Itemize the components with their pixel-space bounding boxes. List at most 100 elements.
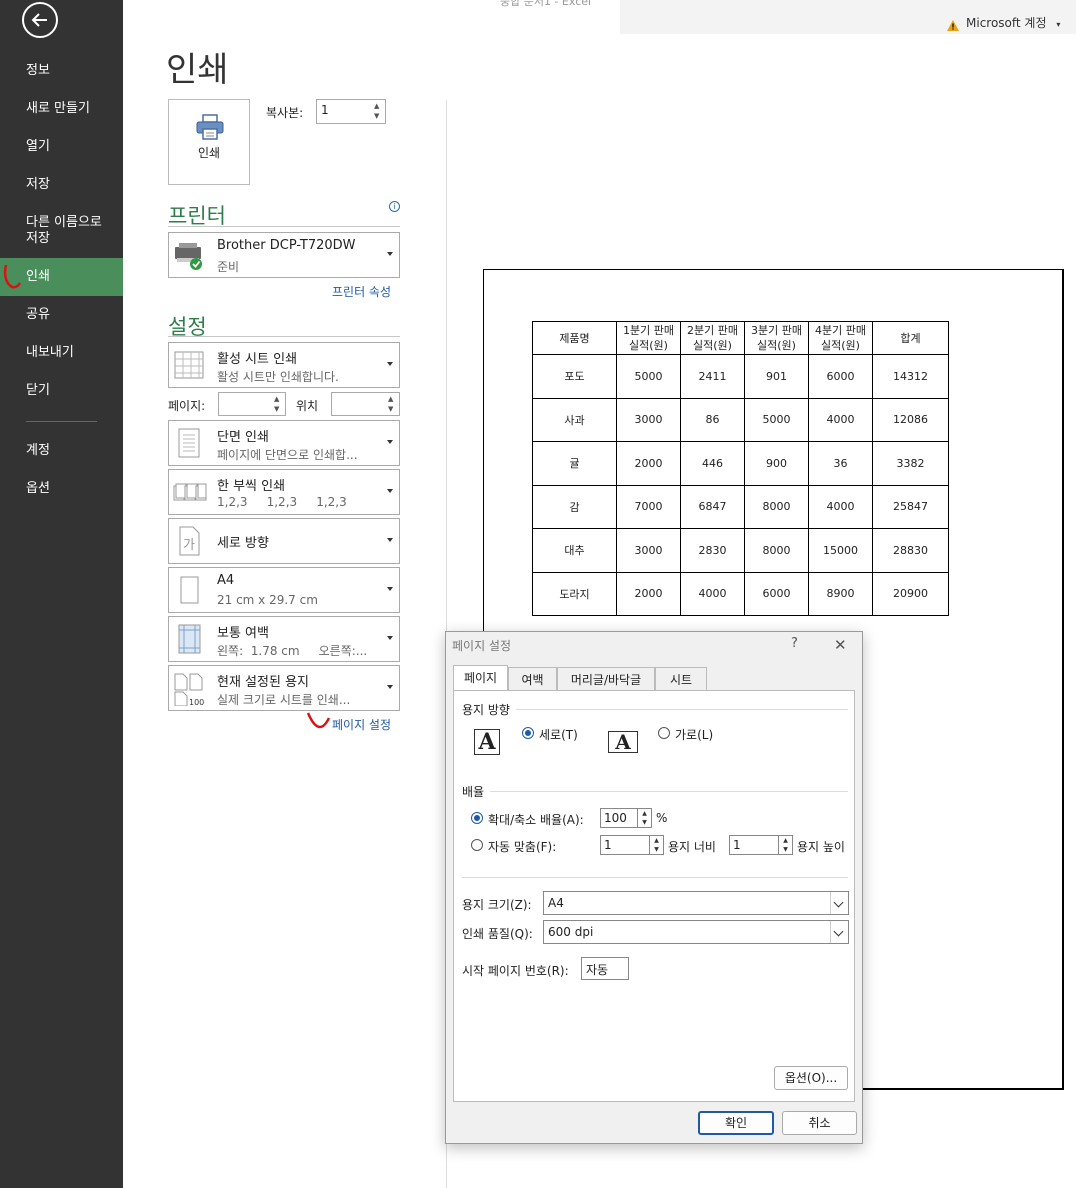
spin-down-icon[interactable]: ▼ — [779, 845, 792, 854]
table-row: 감 7000 6847 8000 4000 25847 — [532, 484, 949, 529]
sidebar-item-save-as[interactable]: 다른 이름으로 저장 — [0, 215, 110, 247]
paper-size-dropdown[interactable]: A4 21 cm x 29.7 cm — [168, 567, 400, 613]
sidebar-item-options[interactable]: 옵션 — [0, 481, 123, 497]
page-title: 인쇄 — [166, 50, 229, 90]
scale-percent-stepper[interactable]: 100 ▲ ▼ — [600, 808, 652, 828]
sidebar-item-open[interactable]: 열기 — [0, 139, 123, 155]
table-row: 귤 2000 446 900 36 3382 — [532, 441, 949, 486]
chevron-down-icon[interactable] — [830, 892, 848, 914]
spin-up-icon[interactable]: ▲ — [638, 809, 651, 818]
sidebar-item-info[interactable]: 정보 — [0, 63, 123, 79]
adjust-to-label[interactable]: 확대/축소 배율(A): — [488, 811, 584, 828]
sidebar-item-save[interactable]: 저장 — [0, 177, 123, 193]
fit-wide-stepper[interactable]: 1 ▲ ▼ — [600, 835, 664, 855]
table-cell: 4000 — [808, 484, 873, 529]
table-row: 사과 3000 86 5000 4000 12086 — [532, 397, 949, 442]
pages-to-label: 위치 — [296, 399, 319, 413]
first-page-number-value: 자동 — [586, 963, 609, 977]
chevron-down-icon[interactable] — [830, 921, 848, 943]
table-header-cell: 제품명 — [532, 321, 617, 355]
tab-header-footer[interactable]: 머리글/바닥글 — [557, 667, 655, 690]
portrait-label[interactable]: 세로(T) — [539, 726, 578, 743]
options-button[interactable]: 옵션(O)... — [774, 1066, 848, 1090]
percent-label: % — [656, 811, 668, 825]
fit-to-radio[interactable] — [471, 839, 483, 851]
table-cell: 포도 — [532, 354, 617, 399]
tab-page[interactable]: 페이지 — [453, 665, 508, 691]
landscape-label[interactable]: 가로(L) — [675, 726, 713, 743]
print-quality-select[interactable]: 600 dpi — [543, 920, 849, 944]
sidebar-item-new[interactable]: 새로 만들기 — [0, 101, 123, 117]
fit-tall-value: 1 — [733, 838, 741, 852]
tab-margins[interactable]: 여백 — [508, 667, 557, 690]
chevron-down-icon — [387, 362, 393, 366]
spin-up-icon[interactable]: ▲ — [388, 395, 396, 403]
print-what-dropdown[interactable]: 활성 시트 인쇄 활성 시트만 인쇄합니다. — [168, 342, 400, 388]
copies-stepper[interactable]: 1 ▲ ▼ — [316, 99, 386, 124]
printer-icon — [196, 114, 224, 140]
scaling-icon: 100 — [173, 672, 207, 710]
one-sided-icon — [173, 427, 205, 463]
setting-sub: 활성 시트만 인쇄합니다. — [217, 370, 339, 384]
sidebar-divider — [26, 421, 97, 422]
printer-dropdown[interactable]: Brother DCP-T720DW 준비 — [168, 232, 400, 278]
table-cell: 900 — [744, 441, 809, 486]
chevron-down-icon — [387, 538, 393, 542]
close-icon[interactable]: ✕ — [834, 636, 847, 654]
sides-dropdown[interactable]: 단면 인쇄 페이지에 단면으로 인쇄합... — [168, 420, 400, 466]
setting-title: 세로 방향 — [217, 536, 269, 551]
tab-sheet[interactable]: 시트 — [655, 667, 707, 690]
paper-size-select[interactable]: A4 — [543, 891, 849, 915]
table-cell: 5000 — [616, 354, 681, 399]
margins-dropdown[interactable]: 보통 여백 왼쪽: 1.78 cm 오른쪽:... — [168, 616, 400, 662]
print-button[interactable]: 인쇄 — [168, 99, 250, 185]
fit-to-label[interactable]: 자동 맞춤(F): — [488, 838, 556, 855]
setting-sub: 21 cm x 29.7 cm — [217, 593, 318, 607]
scaling-dropdown[interactable]: 100 현재 설정된 용지 실제 크기로 시트를 인쇄... — [168, 665, 400, 711]
sidebar-item-account[interactable]: 계정 — [0, 443, 123, 459]
spin-down-icon[interactable]: ▼ — [650, 845, 663, 854]
info-icon[interactable]: i — [389, 201, 400, 212]
sidebar-item-close[interactable]: 닫기 — [0, 383, 123, 399]
pages-to-stepper[interactable]: ▲ ▼ — [331, 392, 400, 416]
spin-down-icon[interactable]: ▼ — [274, 405, 282, 413]
adjust-to-radio[interactable] — [471, 812, 483, 824]
orientation-dropdown[interactable]: 가 세로 방향 — [168, 518, 400, 564]
back-button[interactable] — [22, 2, 58, 38]
printer-divider — [168, 226, 400, 227]
table-cell: 3382 — [872, 441, 949, 486]
portrait-radio[interactable] — [522, 727, 534, 739]
table-header-cell: 2분기 판매 실적(원) — [680, 321, 745, 355]
spin-up-icon[interactable]: ▲ — [274, 395, 282, 403]
sidebar-item-export[interactable]: 내보내기 — [0, 345, 123, 361]
account-label: Microsoft 계정 — [966, 16, 1047, 30]
printer-name: Brother DCP-T720DW — [217, 238, 356, 253]
collate-dropdown[interactable]: 한 부씩 인쇄 1,2,3 1,2,3 1,2,3 — [168, 469, 400, 515]
setting-sub: 1,2,3 1,2,3 1,2,3 — [217, 495, 347, 509]
print-quality-label: 인쇄 품질(Q): — [462, 927, 533, 941]
page-setup-link[interactable]: 페이지 설정 — [332, 716, 391, 733]
account-menu[interactable]: Microsoft 계정 ▾ — [948, 14, 1060, 31]
sidebar-item-share[interactable]: 공유 — [0, 307, 123, 323]
spin-up-icon[interactable]: ▲ — [779, 836, 792, 845]
first-page-number-input[interactable]: 자동 — [581, 957, 629, 980]
setting-sub: 실제 크기로 시트를 인쇄... — [217, 693, 351, 707]
spin-up-icon[interactable]: ▲ — [374, 102, 382, 110]
help-icon[interactable]: ? — [791, 636, 798, 651]
spin-down-icon[interactable]: ▼ — [374, 112, 382, 120]
pages-from-stepper[interactable]: ▲ ▼ — [218, 392, 286, 416]
setting-title: 한 부씩 인쇄 — [217, 479, 286, 494]
ok-button[interactable]: 확인 — [698, 1111, 774, 1135]
landscape-radio[interactable] — [658, 727, 670, 739]
print-quality-value: 600 dpi — [548, 925, 594, 939]
spin-up-icon[interactable]: ▲ — [650, 836, 663, 845]
window-title: 중합 문서1 - Excel — [500, 0, 592, 8]
table-cell: 15000 — [808, 528, 873, 573]
cancel-button[interactable]: 취소 — [782, 1111, 857, 1135]
printer-properties-link[interactable]: 프린터 속성 — [332, 283, 391, 300]
fit-tall-stepper[interactable]: 1 ▲ ▼ — [729, 835, 793, 855]
spin-down-icon[interactable]: ▼ — [638, 818, 651, 827]
svg-text:가: 가 — [183, 538, 195, 553]
spin-down-icon[interactable]: ▼ — [388, 405, 396, 413]
collated-icon — [173, 476, 207, 512]
